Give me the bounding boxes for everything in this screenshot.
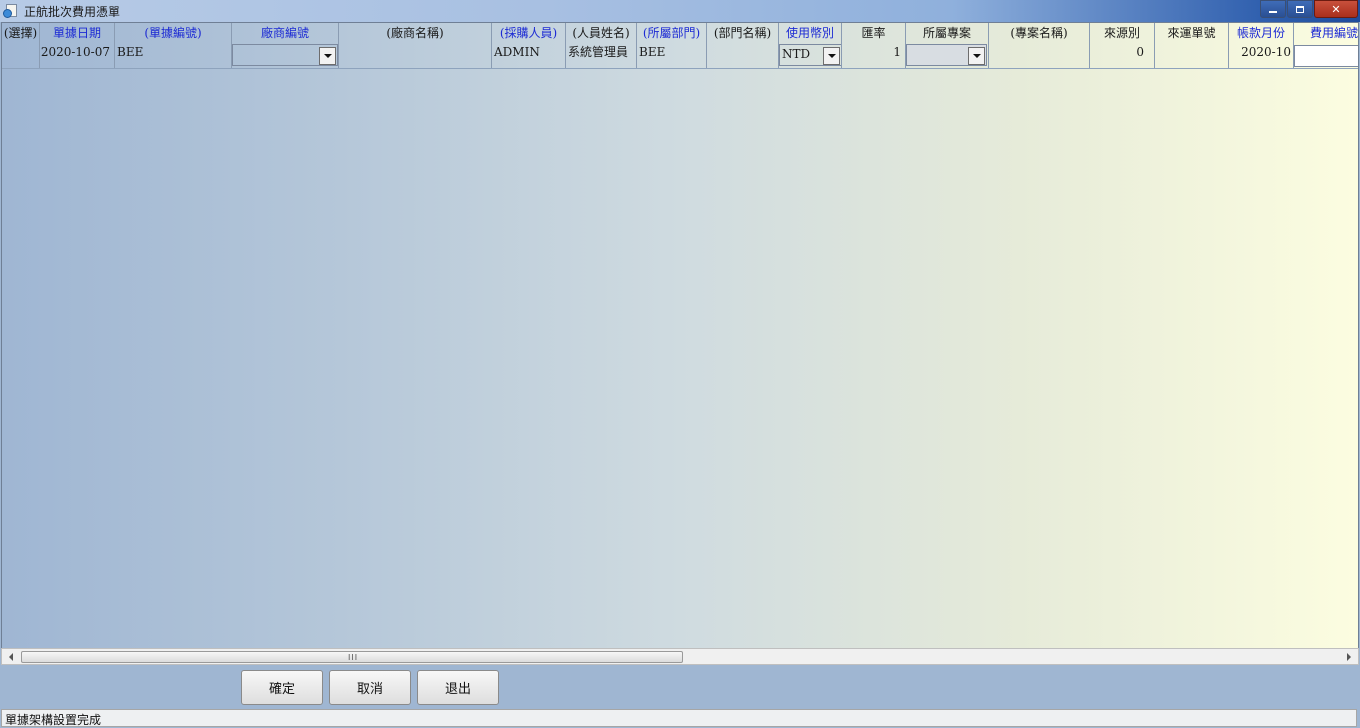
header-currency[interactable]: 使用幣別 bbox=[779, 23, 842, 43]
horizontal-scrollbar[interactable]: III bbox=[1, 648, 1359, 665]
currency-dropdown[interactable]: NTD bbox=[779, 44, 841, 66]
confirm-button[interactable]: 確定 bbox=[241, 670, 323, 705]
header-source-type[interactable]: 來源別 bbox=[1090, 23, 1155, 43]
chevron-down-icon[interactable] bbox=[319, 47, 336, 65]
header-vendor-name[interactable]: (廠商名稱) bbox=[339, 23, 492, 43]
project-dropdown[interactable] bbox=[906, 44, 987, 66]
cell-project-name[interactable] bbox=[989, 43, 1090, 68]
minimize-icon[interactable] bbox=[1260, 0, 1286, 18]
cell-date[interactable]: 2020-10-07 bbox=[40, 43, 115, 68]
header-department[interactable]: (所屬部門) bbox=[637, 23, 707, 43]
title-bar: 正航批次費用憑單 ✕ bbox=[0, 0, 1360, 22]
cell-account-month[interactable]: 2020-10 bbox=[1229, 43, 1294, 68]
header-expense-no[interactable]: 費用編號 bbox=[1294, 23, 1358, 43]
chevron-down-icon[interactable] bbox=[823, 47, 840, 65]
header-department-name[interactable]: (部門名稱) bbox=[707, 23, 779, 43]
scroll-left-icon[interactable] bbox=[4, 651, 18, 663]
header-person-name[interactable]: (人員姓名) bbox=[566, 23, 637, 43]
header-vendor-no[interactable]: 廠商編號 bbox=[232, 23, 339, 43]
window-title: 正航批次費用憑單 bbox=[24, 4, 121, 19]
header-buyer[interactable]: (採購人員) bbox=[492, 23, 566, 43]
header-select[interactable]: (選擇) bbox=[2, 23, 40, 43]
cell-shipping-no[interactable] bbox=[1155, 43, 1229, 68]
header-project-name[interactable]: (專案名稱) bbox=[989, 23, 1090, 43]
cell-department[interactable]: BEE bbox=[637, 43, 707, 68]
cell-source-type[interactable]: 0 bbox=[1090, 43, 1155, 68]
cell-expense-no bbox=[1294, 43, 1358, 68]
cancel-button[interactable]: 取消 bbox=[329, 670, 411, 705]
table-row[interactable]: 2020-10-07 BEE ADMIN 系統管理員 BEE NTD 1 0 2… bbox=[2, 43, 1358, 69]
cell-department-name[interactable] bbox=[707, 43, 779, 68]
cell-select[interactable] bbox=[2, 43, 40, 68]
grid-header-row: (選擇) 單據日期 (單據編號) 廠商編號 (廠商名稱) (採購人員) (人員姓… bbox=[2, 23, 1358, 43]
scroll-right-icon[interactable] bbox=[1342, 651, 1356, 663]
app-icon bbox=[3, 3, 19, 19]
header-project[interactable]: 所屬專案 bbox=[906, 23, 989, 43]
header-shipping-no[interactable]: 來運單號 bbox=[1155, 23, 1229, 43]
header-doc-no[interactable]: (單據編號) bbox=[115, 23, 232, 43]
header-exchange-rate[interactable]: 匯率 bbox=[842, 23, 906, 43]
scrollbar-thumb[interactable]: III bbox=[21, 651, 683, 663]
currency-value: NTD bbox=[782, 47, 811, 61]
close-icon[interactable]: ✕ bbox=[1314, 0, 1358, 18]
chevron-down-icon[interactable] bbox=[968, 47, 985, 65]
exit-button[interactable]: 退出 bbox=[417, 670, 499, 705]
cell-person-name[interactable]: 系統管理員 bbox=[566, 43, 637, 68]
expense-no-input[interactable] bbox=[1294, 45, 1358, 67]
status-bar: 單據架構設置完成 bbox=[1, 709, 1357, 727]
cell-vendor-no bbox=[232, 43, 339, 68]
status-text: 單據架構設置完成 bbox=[5, 713, 102, 727]
scrollbar-grip: III bbox=[348, 653, 359, 662]
data-grid: (選擇) 單據日期 (單據編號) 廠商編號 (廠商名稱) (採購人員) (人員姓… bbox=[1, 22, 1359, 649]
vendor-no-dropdown[interactable] bbox=[232, 44, 338, 66]
cell-exchange-rate[interactable]: 1 bbox=[842, 43, 906, 68]
cell-doc-no[interactable]: BEE bbox=[115, 43, 232, 68]
header-account-month[interactable]: 帳款月份 bbox=[1229, 23, 1294, 43]
restore-icon[interactable] bbox=[1287, 0, 1313, 18]
cell-vendor-name[interactable] bbox=[339, 43, 492, 68]
cell-project bbox=[906, 43, 989, 68]
cell-buyer[interactable]: ADMIN bbox=[492, 43, 566, 68]
cell-currency: NTD bbox=[779, 43, 842, 68]
header-date[interactable]: 單據日期 bbox=[40, 23, 115, 43]
